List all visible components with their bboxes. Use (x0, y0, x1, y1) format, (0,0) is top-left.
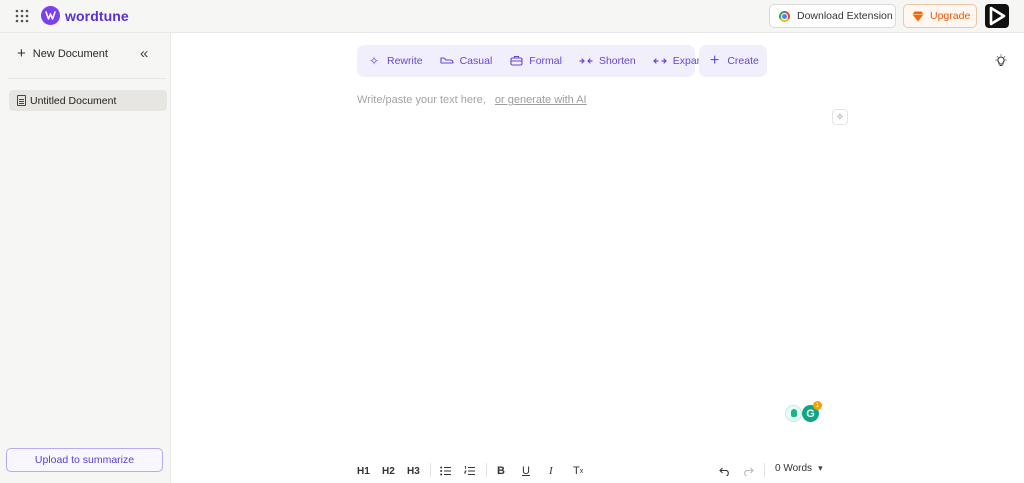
underline-icon[interactable]: U (522, 464, 530, 478)
shorten-button[interactable]: Shorten (579, 55, 636, 67)
heading-3-button[interactable]: H3 (407, 464, 420, 478)
sneaker-icon (440, 55, 454, 67)
clear-format-icon[interactable]: Tx (573, 464, 583, 478)
shorten-label: Shorten (598, 55, 636, 67)
formal-label: Formal (529, 55, 562, 67)
italic-icon[interactable]: I (549, 464, 553, 478)
top-bar: wordtune Download Extension Upgrade (0, 0, 1024, 33)
create-button[interactable]: + Create (699, 45, 767, 77)
arrows-out-icon (652, 55, 667, 67)
wordtune-logo[interactable]: wordtune (41, 6, 129, 25)
sidebar: + New Document « Untitled Document Uploa… (0, 33, 171, 483)
word-count-label: 0 Words (775, 463, 813, 474)
lightbulb-icon[interactable] (994, 54, 1008, 68)
editor-placeholder[interactable]: Write/paste your text here, or generate … (357, 94, 587, 106)
document-list-item[interactable]: Untitled Document (9, 90, 167, 111)
rewrite-label: Rewrite (387, 55, 423, 67)
format-divider (430, 463, 431, 477)
upload-to-summarize-button[interactable]: Upload to summarize (6, 448, 163, 472)
heading-1-button[interactable]: H1 (357, 464, 370, 478)
rewrite-button[interactable]: ✧ Rewrite (367, 55, 423, 67)
format-divider (764, 463, 765, 477)
casual-label: Casual (459, 55, 493, 67)
arrows-in-icon (579, 55, 593, 67)
casual-button[interactable]: Casual (440, 55, 493, 67)
ai-sparkle-button[interactable]: ✧ (832, 109, 848, 125)
double-chevron-left-icon[interactable]: « (140, 46, 148, 61)
play-icon[interactable] (985, 4, 1009, 28)
upgrade-button[interactable]: Upgrade (903, 4, 977, 28)
bold-icon[interactable]: B (497, 464, 505, 478)
grammarly-badge: 1 (813, 401, 822, 410)
gem-icon (912, 11, 924, 21)
undo-icon[interactable] (719, 464, 731, 478)
chevron-down-icon: ▾ (818, 463, 823, 473)
chrome-icon (779, 10, 790, 22)
sparkle-icon: ✧ (835, 111, 845, 123)
download-extension-label: Download Extension (797, 10, 893, 22)
numbered-list-icon[interactable] (464, 464, 476, 478)
plus-icon: + (17, 45, 26, 62)
idea-assistant-icon[interactable] (785, 405, 802, 422)
briefcase-icon (509, 55, 523, 68)
grid-icon[interactable] (15, 9, 29, 23)
writing-assistant-widget[interactable]: G 1 (785, 401, 822, 423)
create-label: Create (727, 55, 759, 67)
heading-2-label: H2 (382, 465, 395, 477)
document-title: Untitled Document (30, 94, 117, 107)
rewrite-toolbar: ✧ Rewrite Casual Formal Shorten Expand (357, 45, 708, 77)
wordtune-logo-icon (41, 6, 60, 25)
logo-text: wordtune (65, 7, 129, 24)
format-divider (486, 463, 487, 477)
bullet-list-icon[interactable] (440, 464, 452, 478)
sidebar-divider (8, 78, 166, 79)
generate-with-ai-link[interactable]: or generate with AI (495, 94, 587, 106)
upgrade-label: Upgrade (930, 10, 971, 22)
new-document-button[interactable]: + New Document (17, 46, 108, 61)
heading-2-button[interactable]: H2 (382, 464, 395, 478)
placeholder-text: Write/paste your text here, (357, 94, 486, 106)
new-document-label: New Document (32, 47, 108, 60)
document-icon (17, 95, 26, 106)
heading-1-label: H1 (357, 465, 370, 477)
download-extension-button[interactable]: Download Extension (769, 4, 896, 28)
heading-3-label: H3 (407, 465, 420, 477)
word-count-dropdown[interactable]: 0 Words ▾ (775, 463, 823, 474)
plus-icon: + (710, 52, 720, 69)
redo-icon[interactable] (742, 464, 754, 478)
formal-button[interactable]: Formal (509, 55, 562, 68)
sparkles-icon: ✧ (368, 54, 380, 68)
